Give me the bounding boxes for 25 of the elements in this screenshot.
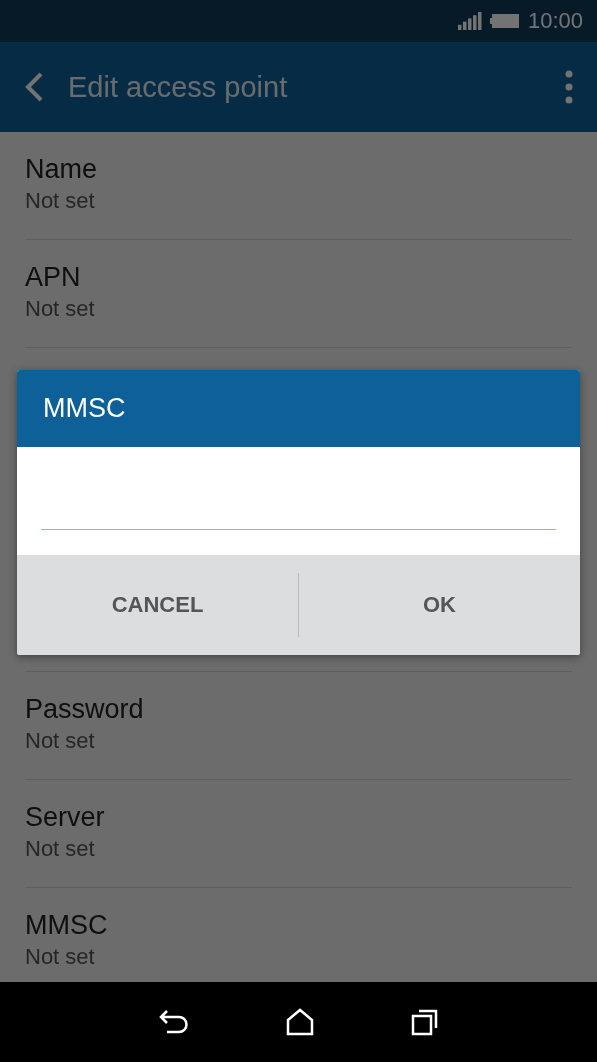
setting-label: APN — [25, 261, 81, 294]
setting-value: Not set — [25, 187, 95, 215]
setting-label: Server — [25, 801, 105, 834]
setting-label: Name — [25, 153, 98, 186]
recents-icon[interactable] — [410, 1008, 439, 1036]
more-icon[interactable] — [565, 70, 573, 104]
setting-label: MMSC — [25, 909, 108, 942]
setting-value: Not set — [25, 943, 95, 971]
app-bar-title: Edit access point — [68, 70, 289, 104]
back-icon[interactable] — [158, 1009, 189, 1035]
home-icon[interactable] — [285, 1008, 314, 1036]
dialog-button[interactable]: CANCEL — [17, 573, 298, 637]
setting-value: Not set — [25, 295, 95, 323]
setting-value: Not set — [25, 727, 95, 755]
setting-item[interactable]: Server Not set — [25, 780, 572, 888]
signal-icon — [457, 12, 482, 30]
dialog-title: MMSC — [43, 393, 126, 424]
setting-item[interactable]: Password Not set — [25, 672, 572, 780]
setting-item[interactable]: Name Not set — [25, 132, 572, 240]
setting-item[interactable]: APN Not set — [25, 240, 572, 348]
setting-label: Password — [25, 693, 144, 726]
dialog-button[interactable]: OK — [298, 573, 580, 637]
setting-value: Not set — [25, 835, 95, 863]
battery-icon — [489, 13, 520, 29]
status-time: 10:00 — [527, 8, 583, 34]
